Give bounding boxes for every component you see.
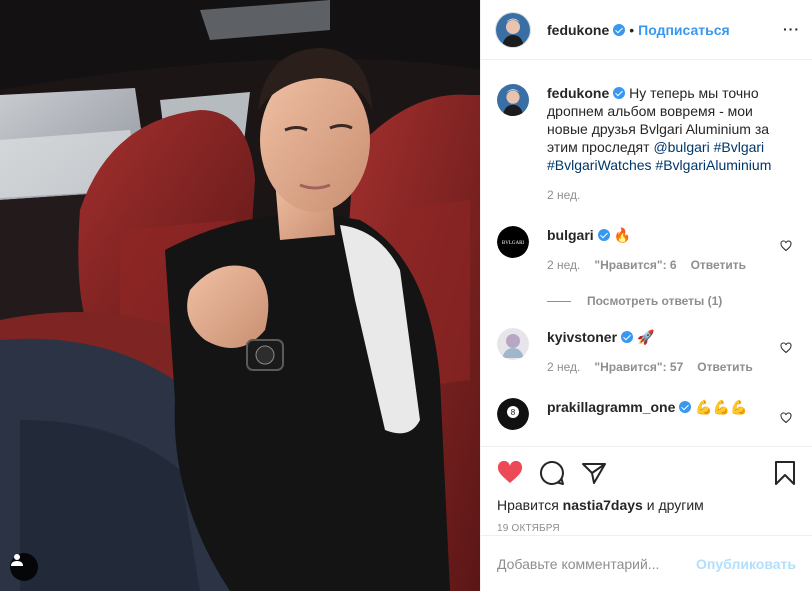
verified-badge-icon <box>597 229 610 241</box>
verified-badge-icon <box>613 23 626 36</box>
add-comment-bar: Добавьте комментарий... Опубликовать <box>481 535 812 591</box>
post-side-panel: fedukone • Подписаться ··· fedukone Ну т… <box>480 0 812 591</box>
comment-time[interactable]: 2 нед. <box>547 358 580 376</box>
verified-badge-icon <box>679 401 692 413</box>
likes-summary: Нравится nastia7days и другим <box>497 497 796 513</box>
comment-likes[interactable]: "Нравится": 6 <box>594 256 676 274</box>
comment-avatar[interactable] <box>497 328 529 360</box>
user-tag-icon[interactable] <box>10 553 38 581</box>
comment-text: 🚀 <box>636 329 655 345</box>
comment-text: 🔥 <box>613 227 631 243</box>
comment-like-icon[interactable] <box>780 342 792 354</box>
likes-user[interactable]: nastia7days <box>563 497 643 513</box>
comments-list[interactable]: fedukone Ну теперь мы точно дропнем альб… <box>481 60 812 445</box>
svg-text:BVLGARI: BVLGARI <box>502 241 525 246</box>
comment-username[interactable]: bulgari <box>547 227 594 243</box>
instagram-post-modal: fedukone • Подписаться ··· fedukone Ну т… <box>0 0 812 591</box>
author-username[interactable]: fedukone <box>547 22 609 38</box>
likes-prefix: Нравится <box>497 497 559 513</box>
caption-username[interactable]: fedukone <box>547 85 609 101</box>
photo-illustration <box>0 0 480 591</box>
verified-badge-icon <box>613 87 626 99</box>
replies-line <box>547 300 571 302</box>
separator-dot: • <box>629 21 635 38</box>
likes-suffix[interactable]: и другим <box>647 497 704 513</box>
reply-button[interactable]: Ответить <box>697 358 752 376</box>
share-icon[interactable] <box>581 461 607 485</box>
comment-item: kyivstoner 🚀 2 нед. "Нравится": 57 Ответ… <box>497 328 796 376</box>
more-options-icon[interactable]: ··· <box>783 22 800 36</box>
heart-icon[interactable] <box>497 461 523 485</box>
caption-time[interactable]: 2 нед. <box>547 186 580 204</box>
post-actions: Нравится nastia7days и другим 19 ОКТЯБРЯ <box>481 446 812 534</box>
view-replies-button[interactable]: Посмотреть ответы (1) <box>547 294 796 308</box>
post-photo[interactable] <box>0 0 480 591</box>
comment-like-icon[interactable] <box>780 240 792 252</box>
post-header: fedukone • Подписаться ··· <box>481 0 812 60</box>
comment-avatar[interactable]: 8 <box>497 398 529 430</box>
verified-badge-icon <box>621 331 634 343</box>
reply-button[interactable]: Ответить <box>691 256 746 274</box>
caption-avatar[interactable] <box>497 84 529 116</box>
action-icons <box>497 459 796 487</box>
comment-item: 8 prakillagramm_one 💪💪💪 <box>497 398 796 430</box>
caption-mention[interactable]: @bulgari <box>653 139 709 155</box>
comment-username[interactable]: kyivstoner <box>547 329 617 345</box>
comment-avatar[interactable]: BVLGARI <box>497 226 529 258</box>
comment-text: 💪💪💪 <box>695 399 748 415</box>
svg-text:8: 8 <box>511 408 516 417</box>
comment-like-icon[interactable] <box>780 412 792 424</box>
post-date[interactable]: 19 ОКТЯБРЯ <box>497 523 796 534</box>
comment-item: BVLGARI bulgari 🔥 2 нед. "Нравится": 6 О… <box>497 226 796 274</box>
comment-username[interactable]: prakillagramm_one <box>547 399 675 415</box>
comment-icon[interactable] <box>539 460 565 486</box>
caption: fedukone Ну теперь мы точно дропнем альб… <box>497 84 796 204</box>
caption-hashtag[interactable]: #BvlgariWatches <box>547 157 652 173</box>
author-avatar[interactable] <box>495 11 531 48</box>
bookmark-icon[interactable] <box>774 460 796 486</box>
post-comment-button[interactable]: Опубликовать <box>696 556 796 572</box>
caption-hashtag[interactable]: #BvlgariAluminium <box>655 157 771 173</box>
comment-input[interactable]: Добавьте комментарий... <box>497 556 696 572</box>
comment-likes[interactable]: "Нравится": 57 <box>594 358 683 376</box>
follow-button[interactable]: Подписаться <box>638 22 730 38</box>
comment-time[interactable]: 2 нед. <box>547 256 580 274</box>
view-replies-label: Посмотреть ответы (1) <box>587 294 723 308</box>
caption-hashtag[interactable]: #Bvlgari <box>714 139 765 155</box>
